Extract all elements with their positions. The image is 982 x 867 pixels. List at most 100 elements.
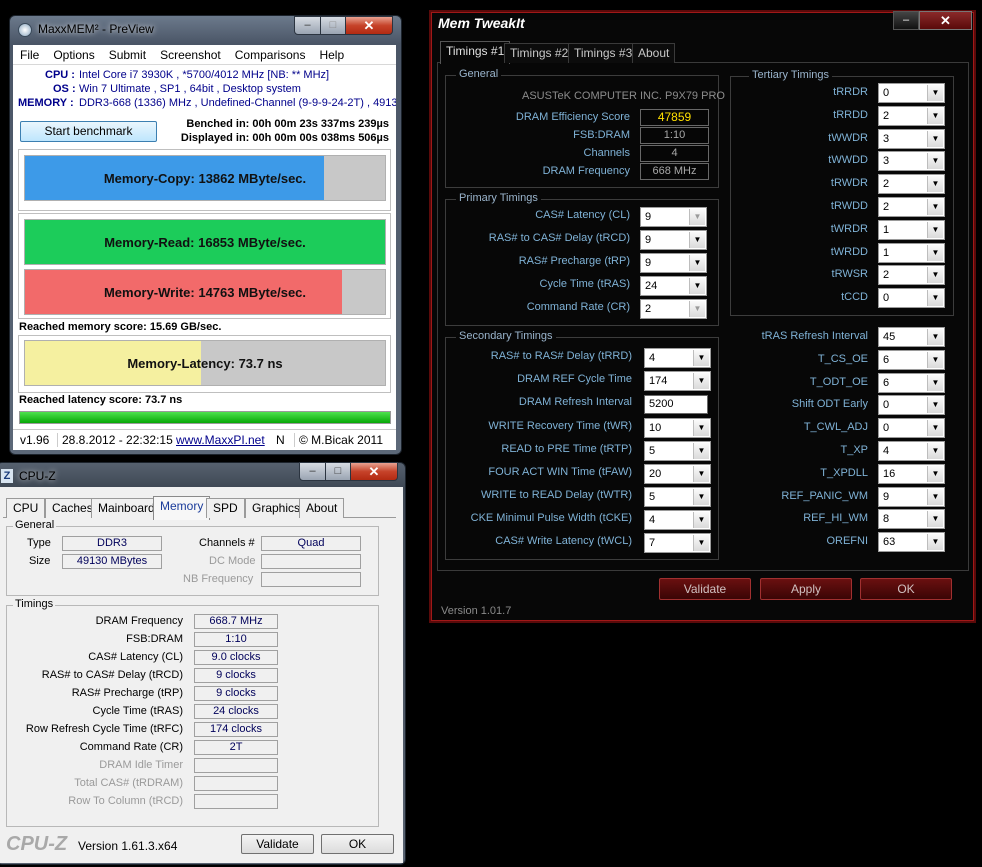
chevron-down-icon: ▼ <box>689 232 705 248</box>
menu-file[interactable]: File <box>13 45 46 62</box>
tertiary-timing-label: tWWDR <box>828 131 868 144</box>
chevron-down-icon: ▼ <box>927 465 943 482</box>
select-value: 2 <box>883 269 890 282</box>
secondary-timing-select[interactable]: 4 ▼ <box>644 510 711 530</box>
menu-help[interactable]: Help <box>312 45 351 62</box>
primary-timing-select[interactable]: 24 ▼ <box>640 276 707 296</box>
misc-timing-select[interactable]: 8 ▼ <box>878 509 945 530</box>
menu-options[interactable]: Options <box>46 45 101 62</box>
chevron-down-icon: ▼ <box>693 443 709 459</box>
memtweakit-minimize-button[interactable]: – <box>893 11 919 30</box>
menu-screenshot[interactable]: Screenshot <box>153 45 228 62</box>
memory-copy-bar: Memory-Copy: 13862 MByte/sec. <box>24 155 386 201</box>
secondary-timing-select[interactable]: 10 ▼ <box>644 418 711 438</box>
memtweakit-ok-button[interactable]: OK <box>860 578 952 600</box>
chevron-down-icon: ▼ <box>689 301 705 317</box>
tertiary-timing-select[interactable]: 2 ▼ <box>878 197 945 217</box>
maximize-button[interactable]: □ <box>320 16 346 35</box>
chevron-down-icon: ▼ <box>689 278 705 294</box>
misc-timing-select[interactable]: 9 ▼ <box>878 486 945 507</box>
tertiary-timing-label: tRRDD <box>833 108 868 121</box>
tertiary-timing-select[interactable]: 0 ▼ <box>878 83 945 103</box>
misc-timing-select[interactable]: 0 ▼ <box>878 418 945 439</box>
misc-timing-select[interactable]: 6 ▼ <box>878 349 945 370</box>
menu-comparisons[interactable]: Comparisons <box>228 45 313 62</box>
primary-timing-select[interactable]: 9 ▼ <box>640 253 707 273</box>
memtweakit-apply-button[interactable]: Apply <box>760 578 852 600</box>
secondary-timing-select[interactable]: 4 ▼ <box>644 348 711 368</box>
select-value: 20 <box>649 468 662 480</box>
tertiary-timing-select[interactable]: 2 ▼ <box>878 174 945 195</box>
status-url-link[interactable]: www.MaxxPI.net <box>176 433 265 447</box>
benched-time: Benched in: 00h 00m 23s 337ms 239µs <box>186 118 389 130</box>
cpuz-validate-button[interactable]: Validate <box>241 834 314 854</box>
primary-timing-select[interactable]: 9 ▼ <box>640 207 707 227</box>
dram-refresh-interval-input[interactable]: 5200 <box>644 395 708 414</box>
tab-timings-2[interactable]: Timings #2 <box>504 43 575 63</box>
select-value: 10 <box>649 422 662 434</box>
tab-memory[interactable]: Memory <box>153 496 211 520</box>
secondary-timing-select[interactable]: 5 ▼ <box>644 441 711 461</box>
misc-timing-label: tRAS Refresh Interval <box>761 330 868 342</box>
tab-graphics[interactable]: Graphics <box>245 498 308 518</box>
tab-about[interactable]: About <box>299 498 345 518</box>
timing-value: 9.0 clocks <box>194 650 278 665</box>
tertiary-timing-select[interactable]: 3 ▼ <box>878 128 945 149</box>
timing-value: 9 clocks <box>194 686 278 701</box>
select-value: 0 <box>883 87 890 99</box>
tertiary-timing-select[interactable]: 2 ▼ <box>878 265 945 286</box>
misc-timing-label: T_CS_OE <box>817 352 868 365</box>
chevron-down-icon: ▼ <box>927 130 943 147</box>
cpuz-maximize-button[interactable]: □ <box>325 462 351 481</box>
tertiary-timing-select[interactable]: 1 ▼ <box>878 242 945 263</box>
cpuz-minimize-button[interactable]: – <box>299 462 326 481</box>
select-value: 4 <box>883 445 890 457</box>
start-benchmark-button[interactable]: Start benchmark <box>20 121 157 142</box>
tertiary-timing-select[interactable]: 1 ▼ <box>878 219 945 240</box>
chevron-down-icon: ▼ <box>927 267 943 284</box>
cpuz-ok-button[interactable]: OK <box>321 834 394 854</box>
select-value: 9 <box>645 211 652 223</box>
chevron-down-icon: ▼ <box>689 255 705 271</box>
secondary-timing-select[interactable]: 20 ▼ <box>644 464 711 484</box>
minimize-button[interactable]: – <box>294 16 321 35</box>
secondary-timings-title: Secondary Timings <box>456 330 556 342</box>
tab-timings-1[interactable]: Timings #1 <box>440 41 511 64</box>
tab-timings-3[interactable]: Timings #3 <box>568 43 639 63</box>
memtweakit-close-button[interactable]: ✕ <box>919 11 972 30</box>
primary-timing-label: CAS# Latency (CL) <box>535 209 630 221</box>
memtweakit-validate-button[interactable]: Validate <box>659 578 751 600</box>
primary-timing-select[interactable]: 2 ▼ <box>640 299 707 319</box>
chevron-down-icon: ▼ <box>927 244 943 261</box>
select-value: 1 <box>883 246 890 259</box>
misc-timing-label: T_XPDLL <box>820 466 868 479</box>
misc-timing-select[interactable]: 6 ▼ <box>878 372 945 393</box>
status-bar: v1.96 28.8.2012 - 22:32:15 www.MaxxPI.ne… <box>13 429 396 450</box>
secondary-timing-select[interactable]: 7 ▼ <box>644 533 711 553</box>
tertiary-timing-select[interactable]: 0 ▼ <box>878 288 945 309</box>
memory-copy-text: Memory-Copy: 13862 MByte/sec. <box>103 171 307 186</box>
tertiary-timing-select[interactable]: 2 ▼ <box>878 105 945 126</box>
misc-timing-select[interactable]: 45 ▼ <box>878 327 945 347</box>
tab-about[interactable]: About <box>632 43 676 63</box>
tab-mainboard[interactable]: Mainboard <box>91 498 162 518</box>
menu-submit[interactable]: Submit <box>102 45 153 62</box>
tab-spd[interactable]: SPD <box>206 498 245 518</box>
misc-timing-select[interactable]: 16 ▼ <box>878 463 945 484</box>
misc-timing-select[interactable]: 63 ▼ <box>878 532 945 553</box>
misc-timing-select[interactable]: 0 ▼ <box>878 395 945 416</box>
cpuz-close-button[interactable]: ✕ <box>350 462 398 481</box>
misc-timing-label: REF_HI_WM <box>803 512 868 525</box>
primary-timing-select[interactable]: 9 ▼ <box>640 230 707 250</box>
dc-mode-label: DC Mode <box>209 555 256 567</box>
tab-cpu[interactable]: CPU <box>6 498 46 518</box>
memory-write-bar: Memory-Write: 14763 MByte/sec. <box>24 269 386 315</box>
secondary-timing-select[interactable]: 174 ▼ <box>644 371 711 391</box>
select-value: 2 <box>883 109 890 122</box>
secondary-timing-select[interactable]: 5 ▼ <box>644 487 711 507</box>
cpu-value: Intel Core i7 3930K , *5700/4012 MHz [NB… <box>79 69 330 81</box>
close-button[interactable]: ✕ <box>345 16 393 35</box>
misc-timing-select[interactable]: 4 ▼ <box>878 441 945 461</box>
nb-frequency-value <box>261 572 361 587</box>
tertiary-timing-select[interactable]: 3 ▼ <box>878 151 945 172</box>
